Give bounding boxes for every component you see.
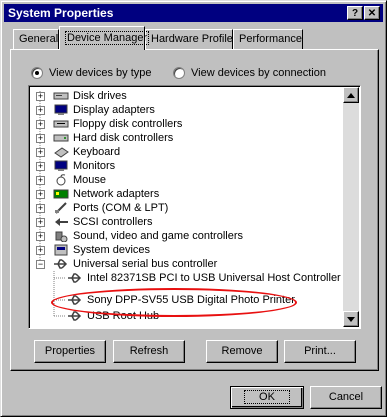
tree-lines bbox=[39, 91, 66, 317]
close-button[interactable]: ✕ bbox=[364, 6, 380, 20]
tree-item-label: Disk drives bbox=[73, 90, 127, 102]
tree-item-intel-usb-host[interactable]: Intel 82371SB PCI to USB Universal Host … bbox=[67, 271, 341, 285]
view-by-connection-label: View devices by connection bbox=[191, 67, 326, 79]
tree-item-label: System devices bbox=[73, 244, 151, 256]
tab-device-manager-label: Device Manager bbox=[65, 31, 150, 45]
expand-icon[interactable]: + bbox=[36, 232, 45, 241]
tree-item-sound-video-game[interactable]: Sound, video and game controllers bbox=[53, 229, 243, 243]
expand-icon[interactable]: + bbox=[36, 120, 45, 129]
expand-icon[interactable]: + bbox=[36, 176, 45, 185]
tab-hardware-profiles[interactable]: Hardware Profiles bbox=[145, 29, 238, 49]
tab-general-label: General bbox=[19, 33, 59, 45]
radio-unselected-icon bbox=[173, 67, 185, 79]
title-bar[interactable]: System Properties ? ✕ bbox=[4, 4, 383, 22]
tree-item-usb-controller[interactable]: Universal serial bus controller bbox=[53, 257, 217, 271]
ok-button-label: OK bbox=[244, 390, 290, 404]
cancel-button[interactable]: Cancel bbox=[310, 386, 382, 409]
view-by-connection-radio[interactable]: View devices by connection bbox=[173, 67, 326, 79]
tree-item-ports[interactable]: Ports (COM & LPT) bbox=[53, 201, 168, 215]
window-title: System Properties bbox=[8, 6, 114, 20]
tree-item-label: Sound, video and game controllers bbox=[73, 230, 243, 242]
expand-icon[interactable]: + bbox=[36, 218, 45, 227]
expand-icon[interactable]: + bbox=[36, 92, 45, 101]
expand-icon[interactable]: + bbox=[36, 106, 45, 115]
tree-item-label: Universal serial bus controller bbox=[73, 258, 218, 270]
help-button[interactable]: ? bbox=[347, 6, 363, 20]
expand-icon[interactable]: + bbox=[36, 190, 45, 199]
tree-item-label: Floppy disk controllers bbox=[73, 118, 183, 130]
tree-item-label: Display adapters bbox=[73, 104, 155, 116]
tree-item-label: Monitors bbox=[73, 160, 116, 172]
tree-item-hard-disk-controllers[interactable]: Hard disk controllers bbox=[53, 131, 173, 145]
tree-item-floppy-controllers[interactable]: Floppy disk controllers bbox=[53, 117, 182, 131]
radio-selected-icon bbox=[31, 67, 43, 79]
expand-icon[interactable]: + bbox=[36, 204, 45, 213]
view-by-type-label: View devices by type bbox=[49, 67, 152, 79]
tree-item-label: SCSI controllers bbox=[73, 216, 153, 228]
expand-icon[interactable]: + bbox=[36, 134, 45, 143]
tab-general[interactable]: General bbox=[13, 29, 59, 49]
tree-item-label: Intel 82371SB PCI to USB Universal Host … bbox=[87, 272, 341, 284]
expand-icon[interactable]: + bbox=[36, 162, 45, 171]
tab-performance[interactable]: Performance bbox=[233, 29, 303, 49]
properties-button[interactable]: Properties bbox=[34, 340, 106, 363]
tree-item-label: Keyboard bbox=[73, 146, 121, 158]
collapse-icon[interactable]: − bbox=[36, 260, 45, 269]
usb-icon bbox=[67, 272, 83, 284]
tab-performance-label: Performance bbox=[239, 33, 302, 45]
arrow-down-icon bbox=[347, 316, 355, 322]
ok-button[interactable]: OK bbox=[230, 386, 304, 409]
tree-item-label: Hard disk controllers bbox=[73, 132, 174, 144]
tree-scrollbar[interactable] bbox=[343, 87, 359, 327]
highlight-ellipse bbox=[51, 288, 297, 317]
print-button[interactable]: Print... bbox=[284, 340, 356, 363]
view-by-type-radio[interactable]: View devices by type bbox=[31, 67, 152, 79]
tab-hardware-profiles-label: Hardware Profiles bbox=[151, 33, 239, 45]
expand-icon[interactable]: + bbox=[36, 148, 45, 157]
remove-button[interactable]: Remove bbox=[206, 340, 278, 363]
arrow-up-icon bbox=[347, 92, 355, 98]
scroll-down-button[interactable] bbox=[343, 311, 359, 327]
system-properties-window: System Properties ? ✕ General Device Man… bbox=[0, 0, 387, 417]
tree-item-label: Ports (COM & LPT) bbox=[73, 202, 169, 214]
scroll-up-button[interactable] bbox=[343, 87, 359, 103]
refresh-button[interactable]: Refresh bbox=[113, 340, 185, 363]
tab-device-manager[interactable]: Device Manager bbox=[59, 26, 150, 50]
tree-item-label: Network adapters bbox=[73, 188, 160, 200]
expand-icon[interactable]: + bbox=[36, 246, 45, 255]
tree-item-label: Mouse bbox=[73, 174, 107, 186]
